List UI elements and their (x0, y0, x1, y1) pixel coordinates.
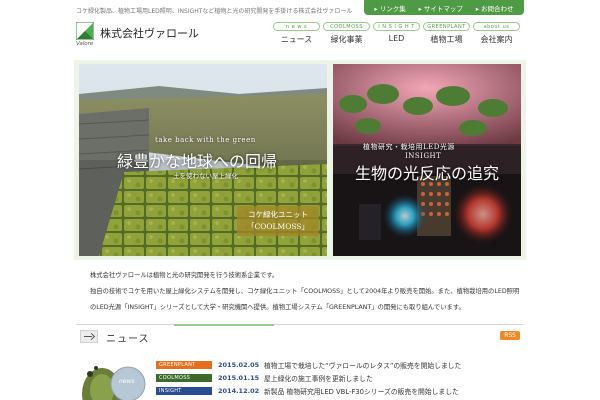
badge-line-1: コケ緑化ユニット (248, 210, 308, 219)
intro-line-3: のLED光源「INSIGHT」シリーズとして大学・研究機関へ提供。植物工場システ… (90, 304, 465, 311)
nav-item-coolmoss[interactable]: COOLMOSS 緑化事業 (323, 22, 370, 45)
logo-mark-icon: Valore (76, 22, 94, 47)
nav-en-label: about us (473, 22, 520, 31)
nav-ja-label: LED (388, 34, 405, 43)
site-tagline: コケ緑化製品、植物工場用LED照明、INSIGHTなど植物と光の研究開発を手掛け… (76, 8, 353, 15)
news-date: 2015.02.05 (218, 360, 260, 369)
site-logo[interactable]: Valore 株式会社ヴァロール (76, 22, 199, 47)
utility-bar: ▸ リンク集 ▸ サイトマップ ▸ お問合わせ (364, 0, 524, 15)
nav-item-greenplant[interactable]: GREENPLANT 植物工場 (423, 22, 470, 45)
hero-right-title: 生物の光反応の追究 (355, 164, 500, 183)
news-item[interactable]: COOLMOSS 2015.01.15 屋上緑化の施工事例を更新しました (156, 371, 526, 384)
global-nav: n e w s ニュース COOLMOSS 緑化事業 I N S I G H T… (270, 22, 520, 45)
hero-right-subtitle: 植物研究・栽培用LED光源 (363, 143, 455, 151)
logo-sub: Valore (76, 41, 94, 47)
news-date: 2014.12.02 (218, 386, 260, 395)
nav-en-label: GREENPLANT (423, 22, 470, 31)
category-badge: COOLMOSS (156, 373, 212, 382)
badge-line-2: 「COOLMOSS」 (247, 222, 309, 231)
category-badge: INSIGHT (156, 386, 212, 395)
contact-link[interactable]: ▸ お問合わせ (476, 3, 514, 13)
news-item[interactable]: GREENPLANT 2015.02.05 植物工場で栽培した“ヴァロールのレタ… (156, 358, 526, 371)
hero-left-title: 緑豊かな地球への回帰 (117, 152, 278, 171)
news-mascot-illustration: news (80, 354, 152, 400)
nav-ja-label: ニュース (280, 35, 313, 44)
hero-left-note: 土を使わない屋上緑化 (173, 172, 238, 180)
news-list: GREENPLANT 2015.02.05 植物工場で栽培した“ヴァロールのレタ… (156, 358, 526, 397)
news-title-link[interactable]: 植物工場で栽培した“ヴァロールのレタス”の販売を開始しました (264, 360, 461, 370)
nav-ja-label: 緑化事業 (330, 35, 363, 44)
nav-en-label: n e w s (273, 22, 320, 31)
news-date: 2015.01.15 (218, 373, 260, 382)
intro-text: 株式会社ヴァロールは植物と光の研究開発を行う技術系企業です。 独自の技術でコケを… (90, 268, 520, 316)
nav-en-label: COOLMOSS (323, 22, 370, 31)
hero-right-subtitle-2: INSIGHT (405, 152, 442, 160)
hero-left-badge: コケ緑化ユニット 「COOLMOSS」 (237, 206, 319, 236)
links-link[interactable]: ▸ リンク集 (374, 3, 405, 13)
news-item[interactable]: INSIGHT 2014.12.02 新製品 植物研究用LED VBL-F30シ… (156, 384, 526, 397)
intro-line-1: 株式会社ヴァロールは植物と光の研究開発を行う技術系企業です。 (90, 272, 279, 279)
nav-item-news[interactable]: n e w s ニュース (273, 22, 320, 45)
hero-banner-coolmoss[interactable]: take back with the green 緑豊かな地球への回帰 土を使わ… (79, 64, 327, 256)
rss-button[interactable]: RSS (500, 331, 520, 340)
hero-left-subtitle: take back with the green (155, 136, 256, 144)
sitemap-link[interactable]: ▸ サイトマップ (419, 3, 463, 13)
news-illust-label: news (119, 378, 135, 385)
news-section-title: ニュース (106, 334, 150, 345)
nav-item-about[interactable]: about us 会社案内 (473, 22, 520, 45)
arrow-right-icon[interactable] (80, 330, 98, 343)
nav-item-insight[interactable]: I N S I G H T LED (373, 22, 420, 45)
logo-name: 株式会社ヴァロール (100, 27, 199, 40)
nav-ja-label: 植物工場 (430, 35, 463, 44)
nav-en-label: I N S I G H T (373, 22, 420, 31)
news-title-link[interactable]: 屋上緑化の施工事例を更新しました (264, 373, 373, 383)
news-section-header: ニュース RSS (76, 324, 524, 348)
hero-banner-insight[interactable]: 植物研究・栽培用LED光源 INSIGHT 生物の光反応の追究 (333, 64, 521, 256)
intro-line-2: 独自の技術でコケを用いた屋上緑化システムを開発し、コケ緑化ユニット「COOLMO… (90, 288, 520, 295)
category-badge: GREENPLANT (156, 360, 212, 369)
news-title-link[interactable]: 新製品 植物研究用LED VBL-F30シリーズの販売を開始しました (264, 386, 459, 396)
news-header-accent (174, 324, 274, 326)
nav-ja-label: 会社案内 (480, 35, 513, 44)
